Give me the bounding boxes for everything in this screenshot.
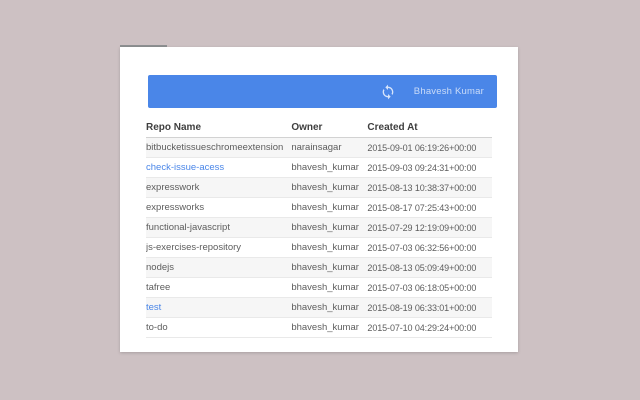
user-name: Bhavesh Kumar [413,86,484,97]
refresh-button[interactable] [380,83,397,100]
created-at-cell: 2015-08-13 10:38:37+00:00 [367,177,492,198]
repo-table: Repo Name Owner Created At bitbucketissu… [146,117,492,338]
repo-name-cell: nodejs [146,257,292,278]
repo-link[interactable]: test [146,302,161,313]
owner-cell: bhavesh_kumar [291,197,368,218]
toolbar: Bhavesh Kumar [148,75,497,108]
repo-name-cell: to-do [146,317,292,338]
app-card: Bhavesh Kumar Repo Name Owner Created At… [120,47,518,352]
repo-name-cell: bitbucketissueschromeextension [146,137,292,158]
repo-name-cell: check-issue-acess [146,157,292,178]
column-header-owner: Owner [291,117,368,138]
table-body: bitbucketissueschromeextension narainsag… [146,137,492,338]
created-at-cell: 2015-07-03 06:18:05+00:00 [367,277,492,298]
table-row: tafree bhavesh_kumar 2015-07-03 06:18:05… [146,277,492,298]
repo-link[interactable]: check-issue-acess [146,162,224,173]
table-row: functional-javascript bhavesh_kumar 2015… [146,217,492,238]
created-at-cell: 2015-09-03 09:24:31+00:00 [367,157,492,178]
repo-name-cell: expressworks [146,197,292,218]
table-header-row: Repo Name Owner Created At [146,117,492,138]
repo-name-cell: functional-javascript [146,217,292,238]
owner-cell: bhavesh_kumar [291,277,368,298]
repo-name-cell: expresswork [146,177,292,198]
owner-cell: narainsagar [291,137,368,158]
owner-cell: bhavesh_kumar [291,317,368,338]
owner-cell: bhavesh_kumar [291,257,368,278]
table-row: to-do bhavesh_kumar 2015-07-10 04:29:24+… [146,317,492,338]
created-at-cell: 2015-08-19 06:33:01+00:00 [367,297,492,318]
table-row: expressworks bhavesh_kumar 2015-08-17 07… [146,197,492,218]
created-at-cell: 2015-07-29 12:19:09+00:00 [367,217,492,238]
table-row: bitbucketissueschromeextension narainsag… [146,137,492,158]
table-row: test bhavesh_kumar 2015-08-19 06:33:01+0… [146,297,492,318]
column-header-repo-name: Repo Name [146,117,292,138]
created-at-cell: 2015-08-13 05:09:49+00:00 [367,257,492,278]
table-row: js-exercises-repository bhavesh_kumar 20… [146,237,492,258]
created-at-cell: 2015-07-03 06:32:56+00:00 [367,237,492,258]
repo-name-cell: js-exercises-repository [146,237,292,258]
owner-cell: bhavesh_kumar [291,157,368,178]
repo-name-cell: tafree [146,277,292,298]
refresh-icon [380,84,396,100]
created-at-cell: 2015-09-01 06:19:26+00:00 [367,137,492,158]
owner-cell: bhavesh_kumar [291,297,368,318]
repo-name-cell: test [146,297,292,318]
table-row: nodejs bhavesh_kumar 2015-08-13 05:09:49… [146,257,492,278]
created-at-cell: 2015-07-10 04:29:24+00:00 [367,317,492,338]
repo-table-container: Repo Name Owner Created At bitbucketissu… [146,117,492,338]
table-row: expresswork bhavesh_kumar 2015-08-13 10:… [146,177,492,198]
owner-cell: bhavesh_kumar [291,217,368,238]
owner-cell: bhavesh_kumar [291,177,368,198]
created-at-cell: 2015-08-17 07:25:43+00:00 [367,197,492,218]
table-row: check-issue-acess bhavesh_kumar 2015-09-… [146,157,492,178]
column-header-created-at: Created At [367,117,492,138]
owner-cell: bhavesh_kumar [291,237,368,258]
